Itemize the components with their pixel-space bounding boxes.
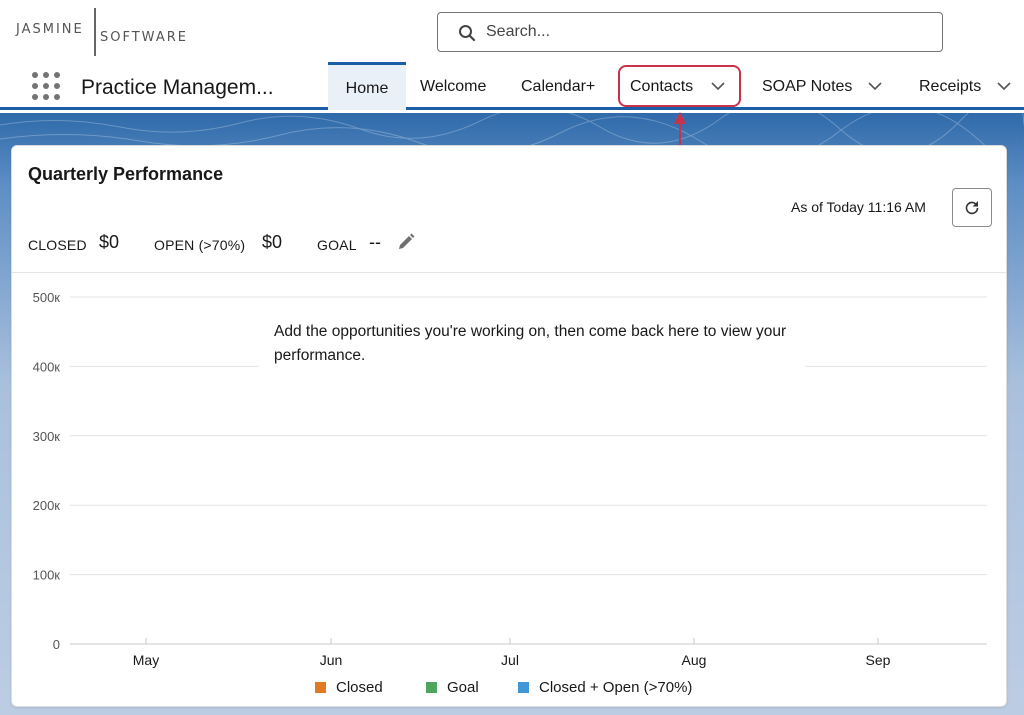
tab-home[interactable]: Home (328, 62, 406, 110)
edit-pencil-icon[interactable] (397, 233, 415, 251)
logo-top-text: JASMINE (16, 22, 84, 37)
x-tick-label: May (133, 652, 159, 668)
chevron-down-icon[interactable] (868, 81, 882, 91)
x-tick-label: Sep (866, 652, 891, 668)
app-name: Practice Managem... (81, 76, 274, 99)
closed-label: CLOSED (28, 237, 87, 253)
tab-receipts[interactable]: Receipts (919, 62, 1011, 110)
legend-label: Closed (336, 679, 383, 696)
goal-value: -- (369, 232, 381, 252)
x-tick-label: Aug (682, 652, 707, 668)
search-icon (459, 25, 476, 42)
legend-item[interactable]: Closed (315, 679, 383, 696)
chevron-down-icon[interactable] (997, 81, 1011, 91)
y-tick-label: 200к (33, 498, 61, 513)
search-input[interactable] (486, 21, 926, 43)
closed-value: $0 (99, 232, 120, 252)
tab-welcome[interactable]: Welcome (420, 62, 486, 110)
chart-legend: Closed Goal Closed + Open (>70%) (12, 679, 1006, 699)
empty-state-message: Add the opportunities you're working on,… (274, 323, 787, 364)
legend-label: Goal (447, 679, 479, 696)
jasmine-software-logo[interactable]: JASMINE SOFTWARE (14, 6, 214, 58)
contacts-highlight-box (618, 65, 741, 107)
y-tick-label: 500к (33, 290, 61, 305)
legend-swatch (426, 682, 437, 693)
goal-label: GOAL (317, 237, 357, 253)
open-label: OPEN (>70%) (154, 237, 246, 253)
tab-soap-notes[interactable]: SOAP Notes (762, 62, 882, 110)
nav-bar: Practice Managem... Home Welcome Calenda… (0, 62, 1024, 110)
legend-swatch (315, 682, 326, 693)
tab-home-label: Home (345, 79, 389, 97)
card-title: Quarterly Performance (28, 164, 224, 184)
y-tick-label: 300к (33, 429, 61, 444)
y-tick-label: 100к (33, 568, 61, 583)
tab-soap-notes-label: SOAP Notes (762, 78, 853, 95)
legend-item[interactable]: Closed + Open (>70%) (518, 679, 692, 696)
tab-calendar-plus[interactable]: Calendar+ (521, 62, 595, 110)
global-search[interactable] (437, 12, 943, 52)
y-tick-label: 400к (33, 359, 61, 374)
x-tick-label: Jul (501, 652, 519, 668)
refresh-button[interactable] (952, 188, 992, 227)
y-tick-label: 0 (53, 637, 60, 652)
x-tick-label: Jun (320, 652, 343, 668)
tab-welcome-label: Welcome (420, 78, 487, 95)
tab-receipts-label: Receipts (919, 78, 982, 95)
tab-calendar-plus-label: Calendar+ (521, 78, 596, 95)
legend-label: Closed + Open (>70%) (539, 679, 693, 696)
legend-item[interactable]: Goal (426, 679, 479, 696)
logo-divider (94, 8, 96, 56)
quarterly-performance-card: Quarterly Performance As of Today 11:16 … (11, 145, 1007, 707)
as-of-timestamp: As of Today 11:16 AM (791, 199, 926, 215)
logo-bottom-text: SOFTWARE (100, 30, 188, 45)
legend-swatch (518, 682, 529, 693)
refresh-icon (965, 200, 979, 214)
app-launcher-icon[interactable] (32, 72, 60, 100)
open-value: $0 (262, 232, 283, 252)
top-bar: JASMINE SOFTWARE (0, 0, 1024, 62)
